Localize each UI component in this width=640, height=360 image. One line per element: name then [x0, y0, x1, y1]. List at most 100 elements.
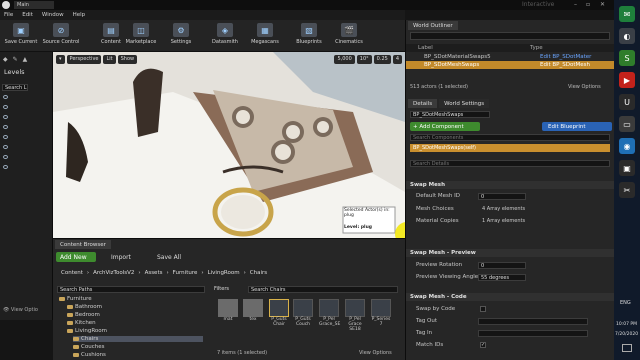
tree-item[interactable]: Cushions [73, 352, 106, 358]
breadcrumb-item[interactable]: Assets [145, 270, 163, 276]
grid-snap-button[interactable]: 5,000 [334, 54, 355, 64]
visibility-eye-icon[interactable] [3, 95, 8, 99]
search-details-input[interactable]: Search Details [410, 160, 610, 167]
menu-help[interactable]: Help [73, 12, 86, 18]
breadcrumb-item[interactable]: LivingRoom [208, 270, 240, 276]
blueprints-button[interactable]: ▧ Blueprints [290, 22, 328, 50]
app-icon[interactable]: S [619, 50, 635, 66]
search-components-input[interactable]: Search Components [410, 134, 610, 141]
save-current-button[interactable]: ▣ Save Current [2, 22, 40, 50]
app-icon[interactable]: U [619, 94, 635, 110]
tree-item-selected[interactable]: Chairs [73, 336, 203, 342]
viewport-menu-button[interactable]: ▾ [56, 54, 65, 64]
outliner-view-options[interactable]: View Options [568, 84, 601, 90]
breadcrumb-item[interactable]: Furniture [173, 270, 198, 276]
folder-tile[interactable]: mat [218, 299, 238, 333]
folder-tile[interactable]: tex [243, 299, 263, 333]
level-viewport[interactable]: ▾ Perspective Lit Show 5,000 10° 0.25 4 … [53, 52, 405, 238]
megascans-button[interactable]: ▦ Megascans [246, 22, 284, 50]
content-browser-tab[interactable]: Content Browser [55, 240, 111, 249]
visibility-eye-icon[interactable] [3, 125, 8, 129]
settings-button[interactable]: ⚙ Settings [162, 22, 200, 50]
asset-tile-selected[interactable]: P_Guts Chair [269, 299, 289, 333]
preview-angle-field[interactable]: 55 degrees [478, 274, 526, 281]
clock-date[interactable]: 7/20/2020 [615, 332, 638, 337]
filters-button[interactable]: Filters [214, 286, 244, 294]
marketplace-button[interactable]: ◫ Marketplace [122, 22, 160, 50]
view-options-button[interactable]: View Options [359, 350, 392, 356]
asset-tile[interactable]: P_Series 7 [371, 299, 391, 333]
tab-details[interactable]: Details [408, 99, 438, 108]
lit-button[interactable]: Lit [103, 54, 116, 64]
add-component-button[interactable]: + Add Component [410, 122, 480, 131]
level-tab[interactable]: Main [14, 1, 54, 9]
visibility-eye-icon[interactable] [3, 165, 8, 169]
app-icon[interactable]: ✂ [619, 182, 635, 198]
save-all-button[interactable]: Save All [157, 254, 181, 261]
tab-world-settings[interactable]: World Settings [439, 99, 490, 108]
scale-snap-button[interactable]: 0.25 [373, 54, 391, 64]
levels-search-input[interactable]: Search L [2, 84, 28, 91]
cinematics-button[interactable]: 🎬 Cinematics [330, 22, 368, 50]
section-swap-mesh-preview[interactable]: Swap Mesh - Preview [406, 249, 615, 257]
minimize-button[interactable]: – [574, 1, 577, 8]
tree-item[interactable]: LivingRoom [67, 328, 107, 334]
component-row-selected[interactable]: BP_SDotMeshSwaps(self) [410, 144, 610, 152]
breadcrumb-item[interactable]: ArchVizToolsV2 [93, 270, 134, 276]
app-icon[interactable]: ◉ [619, 138, 635, 154]
menu-edit[interactable]: Edit [22, 12, 33, 18]
tree-item[interactable]: Kitchen [67, 320, 96, 326]
tag-out-field[interactable] [478, 318, 588, 325]
add-new-button[interactable]: Add New [56, 252, 96, 262]
tree-item[interactable]: Furniture [59, 296, 92, 302]
app-icon[interactable]: ▭ [619, 116, 635, 132]
app-icon[interactable]: ▣ [619, 160, 635, 176]
import-button[interactable]: Import [111, 254, 131, 261]
menu-file[interactable]: File [4, 12, 13, 18]
close-button[interactable]: ✕ [600, 1, 605, 8]
visibility-eye-icon[interactable] [3, 115, 8, 119]
match-ids-checkbox[interactable]: ✓ [480, 342, 486, 348]
show-button[interactable]: Show [117, 54, 138, 64]
swap-by-code-checkbox[interactable] [480, 306, 486, 312]
section-swap-mesh[interactable]: Swap Mesh [406, 181, 615, 189]
language-indicator[interactable]: ENG [620, 300, 631, 306]
breadcrumb-item[interactable]: Chairs [250, 270, 267, 276]
visibility-eye-icon[interactable] [3, 105, 8, 109]
view-options-link[interactable]: 👁 View Optio [3, 307, 38, 313]
edit-blueprint-button[interactable]: Edit Blueprint [542, 122, 612, 131]
datasmith-button[interactable]: ◈ Datasmith [206, 22, 244, 50]
paint-mode-icon[interactable]: ✎ [13, 56, 18, 66]
tree-item[interactable]: Bathroom [67, 304, 102, 310]
default-mesh-id-field[interactable]: 0 [478, 193, 526, 200]
tree-item[interactable]: Bedroom [67, 312, 100, 318]
outliner-search-input[interactable] [410, 32, 610, 40]
app-icon[interactable]: ✉ [619, 6, 635, 22]
app-icon[interactable]: ◐ [619, 28, 635, 44]
outliner-row-selected[interactable]: BP_SDotMeshSwaps Edit BP_SDotMesh [406, 61, 615, 69]
visibility-eye-icon[interactable] [3, 155, 8, 159]
clock-time[interactable]: 10:07 PM [616, 322, 637, 327]
asset-tile[interactable]: P_Guts Couch [293, 299, 313, 333]
search-paths-input[interactable]: Search Paths [57, 286, 205, 293]
world-outliner-tab[interactable]: World Outliner [408, 21, 458, 30]
tree-item[interactable]: Couches [73, 344, 104, 350]
notifications-icon[interactable] [622, 344, 632, 352]
camera-speed-button[interactable]: 4 [392, 54, 402, 64]
search-assets-input[interactable]: Search Chairs [248, 286, 398, 293]
section-swap-mesh-code[interactable]: Swap Mesh - Code [406, 293, 615, 301]
perspective-button[interactable]: Perspective [66, 54, 102, 64]
asset-tile[interactable]: P_Pel Grace_SE [319, 299, 340, 333]
app-icon[interactable]: ▶ [619, 72, 635, 88]
landscape-mode-icon[interactable]: ▲ [23, 56, 28, 66]
preview-rotation-field[interactable]: 0 [478, 262, 526, 269]
actor-name-field[interactable]: BP_SDotMeshSwaps [410, 111, 490, 118]
breadcrumb-item[interactable]: Content [61, 270, 83, 276]
maximize-button[interactable]: ▫ [586, 1, 590, 8]
visibility-eye-icon[interactable] [3, 135, 8, 139]
place-mode-icon[interactable]: ◆ [3, 56, 8, 66]
tag-in-field[interactable] [478, 330, 588, 337]
visibility-eye-icon[interactable] [3, 145, 8, 149]
asset-tile[interactable]: P_Pel Grace SE18 [345, 299, 365, 333]
source-control-button[interactable]: ⊘ Source Control [42, 22, 80, 50]
